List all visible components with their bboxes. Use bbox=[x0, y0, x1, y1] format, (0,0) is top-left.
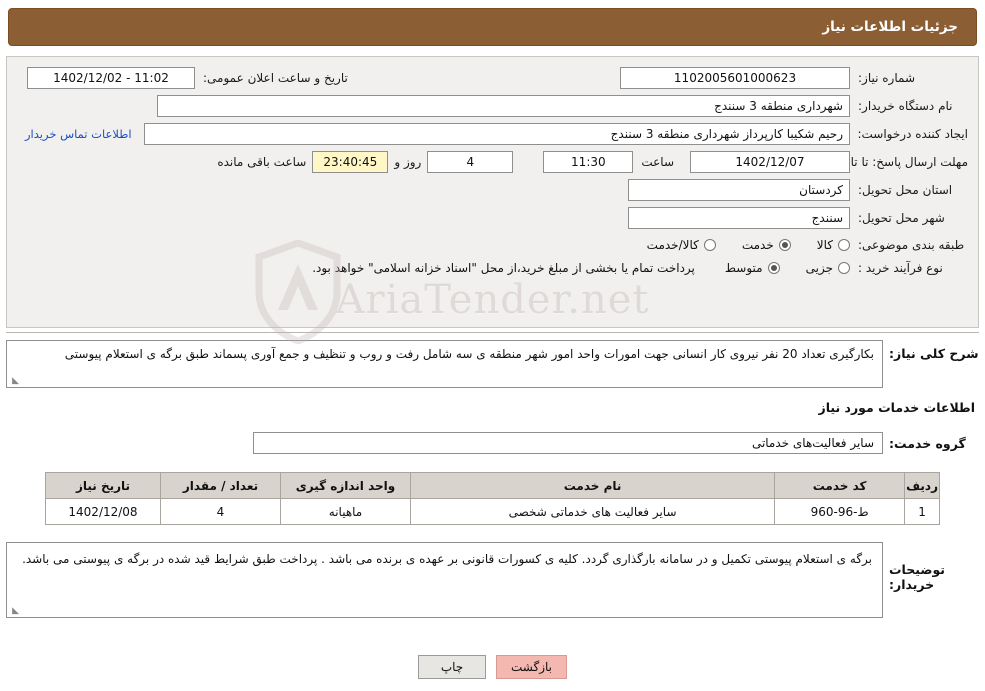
row-province: استان محل تحویل: کردستان bbox=[7, 179, 978, 201]
th-date: تاریخ نیاز bbox=[45, 472, 161, 499]
province-value: کردستان bbox=[628, 179, 850, 201]
cell-row: 1 bbox=[904, 498, 940, 525]
creator-value: رحیم شکیبا کارپرداز شهرداری منطقه 3 سنند… bbox=[143, 123, 850, 145]
cell-date: 1402/12/08 bbox=[45, 498, 161, 525]
creator-label: ایجاد کننده درخواست: bbox=[857, 127, 968, 141]
resize-grip-icon[interactable]: ◣ bbox=[9, 376, 19, 386]
buyer-notes-label: توضیحات خریدار: bbox=[889, 562, 945, 592]
process-radio-group: جزیی متوسط bbox=[725, 261, 850, 275]
category-radio-group: کالا خدمت کالا/خدمت bbox=[647, 238, 850, 252]
buyer-org-label: نام دستگاه خریدار: bbox=[858, 99, 953, 113]
category-option-khedmat[interactable]: خدمت bbox=[742, 238, 791, 252]
deadline-hour-label: ساعت bbox=[641, 155, 674, 169]
th-row: ردیف bbox=[904, 472, 940, 499]
process-option-jozii[interactable]: جزیی bbox=[806, 261, 850, 275]
announce-date-value: 11:02 - 1402/12/02 bbox=[27, 67, 195, 89]
buyer-org-value: شهرداری منطقه 3 سنندج bbox=[157, 95, 850, 117]
th-qty: تعداد / مقدار bbox=[160, 472, 281, 499]
th-unit: واحد اندازه گیری bbox=[280, 472, 411, 499]
radio-icon[interactable] bbox=[767, 262, 780, 274]
services-table: ردیف کد خدمت نام خدمت واحد اندازه گیری ت… bbox=[45, 472, 940, 525]
city-value: سنندج bbox=[628, 207, 850, 229]
resize-grip-icon[interactable]: ◣ bbox=[9, 606, 19, 616]
radio-icon[interactable] bbox=[703, 239, 716, 251]
divider-top bbox=[6, 332, 979, 333]
category-option-label: کالا/خدمت bbox=[646, 238, 699, 252]
cell-name: سایر فعالیت های خدماتی شخصی bbox=[409, 498, 776, 525]
need-info-panel: شماره نیاز: 1102005601000623 تاریخ و ساع… bbox=[6, 56, 979, 328]
service-group-label: گروه خدمت: bbox=[889, 435, 966, 451]
deadline-label-text: مهلت ارسال پاسخ: تا تاریخ: bbox=[829, 154, 968, 169]
remaining-suffix-label: ساعت باقی مانده bbox=[217, 155, 307, 169]
buyer-notes-row: توضیحات خریدار: برگه ی استعلام پیوستی تک… bbox=[6, 542, 979, 618]
page-root: جزئیات اطلاعات نیاز شماره نیاز: 11020056… bbox=[0, 0, 985, 691]
service-group-value: سایر فعالیت‌های خدماتی bbox=[253, 432, 883, 454]
process-option-label: متوسط bbox=[724, 261, 763, 275]
row-category: طبقه بندی موضوعی: کالا خدمت کالا/خدمت bbox=[7, 238, 978, 252]
remaining-days-label: روز و bbox=[394, 155, 422, 169]
back-button[interactable]: بازگشت bbox=[496, 655, 567, 679]
city-label: شهر محل تحویل: bbox=[858, 211, 945, 225]
category-option-kala-khedmat[interactable]: کالا/خدمت bbox=[647, 238, 716, 252]
remaining-time-value: 23:40:45 bbox=[312, 151, 389, 173]
process-option-motavaset[interactable]: متوسط bbox=[725, 261, 780, 275]
need-description-label: شرح کلی نیاز: bbox=[889, 346, 979, 361]
row-need-number: شماره نیاز: 1102005601000623 تاریخ و ساع… bbox=[7, 67, 978, 89]
services-section-title: اطلاعات خدمات مورد نیاز bbox=[818, 400, 976, 415]
th-name: نام خدمت bbox=[409, 472, 776, 499]
radio-icon[interactable] bbox=[838, 262, 850, 274]
process-option-label: جزیی bbox=[805, 261, 833, 275]
row-buyer-org: نام دستگاه خریدار: شهرداری منطقه 3 سنندج bbox=[7, 95, 978, 117]
province-label: استان محل تحویل: bbox=[858, 183, 953, 197]
deadline-label: مهلت ارسال پاسخ: تا تاریخ: bbox=[830, 155, 968, 170]
remaining-days-value: 4 bbox=[427, 151, 514, 173]
category-label: طبقه بندی موضوعی: bbox=[858, 238, 965, 252]
need-description-value: بکارگیری تعداد 20 نفر نیروی کار انسانی ج… bbox=[6, 340, 883, 388]
cell-code: ط-96-960 bbox=[774, 498, 906, 525]
cell-unit: ماهیانه bbox=[280, 498, 411, 525]
need-description-text: بکارگیری تعداد 20 نفر نیروی کار انسانی ج… bbox=[64, 347, 874, 361]
radio-icon[interactable] bbox=[838, 239, 850, 251]
page-header: جزئیات اطلاعات نیاز bbox=[8, 8, 977, 46]
process-label: نوع فرآیند خرید : bbox=[858, 261, 943, 275]
row-creator: ایجاد کننده درخواست: رحیم شکیبا کارپرداز… bbox=[7, 123, 978, 145]
table-header-row: ردیف کد خدمت نام خدمت واحد اندازه گیری ت… bbox=[45, 472, 940, 499]
category-option-kala[interactable]: کالا bbox=[817, 238, 850, 252]
announce-date-label: تاریخ و ساعت اعلان عمومی: bbox=[203, 71, 348, 85]
buyer-contact-link[interactable]: اطلاعات تماس خریدار bbox=[25, 127, 132, 141]
row-city: شهر محل تحویل: سنندج bbox=[7, 207, 978, 229]
cell-qty: 4 bbox=[160, 498, 281, 525]
row-deadline: مهلت ارسال پاسخ: تا تاریخ: 1402/12/07 سا… bbox=[7, 151, 978, 173]
need-number-label: شماره نیاز: bbox=[858, 71, 915, 85]
buyer-notes-text: برگه ی استعلام پیوستی تکمیل و در سامانه … bbox=[22, 552, 872, 566]
print-button[interactable]: چاپ bbox=[418, 655, 486, 679]
row-process-type: نوع فرآیند خرید : جزیی متوسط پرداخت تمام… bbox=[7, 261, 978, 275]
radio-icon[interactable] bbox=[778, 239, 791, 251]
need-description-row: شرح کلی نیاز: بکارگیری تعداد 20 نفر نیرو… bbox=[6, 340, 979, 388]
service-group-row: گروه خدمت: سایر فعالیت‌های خدماتی bbox=[6, 432, 979, 454]
footer-buttons: بازگشت چاپ bbox=[0, 655, 985, 679]
category-option-label: خدمت bbox=[741, 238, 774, 252]
deadline-date-value: 1402/12/07 bbox=[690, 151, 850, 173]
deadline-hour-value: 11:30 bbox=[543, 151, 634, 173]
need-number-value: 1102005601000623 bbox=[620, 67, 850, 89]
page-title: جزئیات اطلاعات نیاز bbox=[822, 19, 958, 35]
th-code: کد خدمت bbox=[774, 472, 906, 499]
table-row: 1 ط-96-960 سایر فعالیت های خدماتی شخصی م… bbox=[45, 498, 940, 525]
category-option-label: کالا bbox=[816, 238, 833, 252]
buyer-notes-value: برگه ی استعلام پیوستی تکمیل و در سامانه … bbox=[6, 542, 883, 618]
process-note: پرداخت تمام یا بخشی از مبلغ خرید،از محل … bbox=[312, 261, 695, 275]
